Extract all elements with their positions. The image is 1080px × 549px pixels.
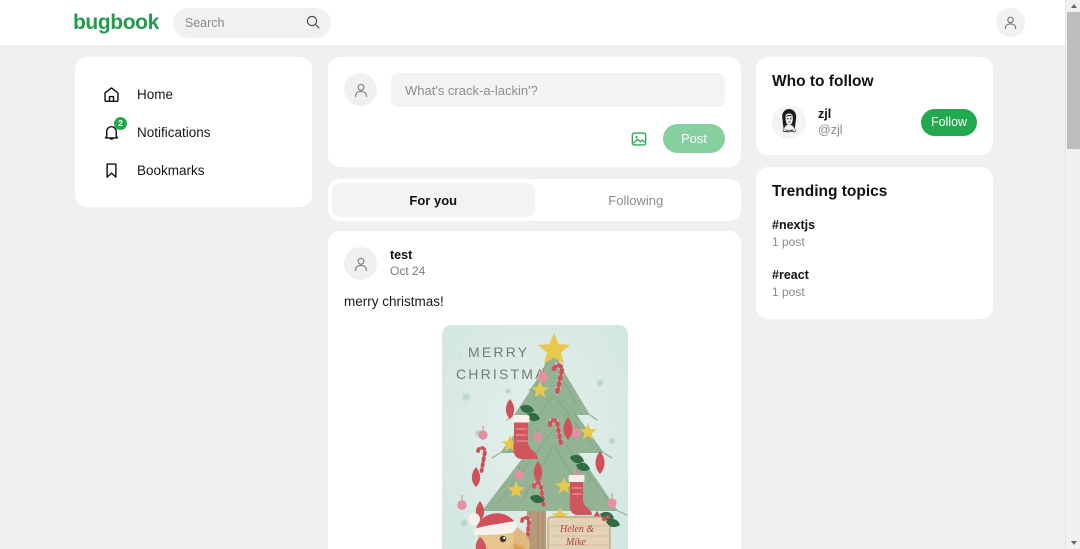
trending-topics-title: Trending topics — [772, 183, 888, 200]
brand-logo[interactable]: bugbook — [73, 12, 159, 33]
trending-tag: #react — [772, 268, 809, 283]
post-composer: Post — [328, 57, 741, 167]
composer-input-wrap[interactable] — [391, 73, 725, 107]
bookmark-icon — [101, 160, 121, 180]
notification-badge: 2 — [114, 117, 127, 130]
right-sidebar: Who to follow zjl @zjl Follow Trending t… — [756, 57, 993, 320]
post-item: test Oct 24 merry christmas! MERRY CHRIS… — [344, 247, 725, 549]
image-icon[interactable] — [629, 129, 649, 149]
user-avatar-icon — [354, 83, 367, 97]
scroll-down-arrow-icon[interactable] — [1066, 537, 1080, 549]
page-scrollbar[interactable] — [1065, 0, 1080, 549]
trending-topics-panel: Trending topics #nextjs 1 post #react 1 … — [756, 167, 993, 320]
tab-following[interactable]: Following — [535, 183, 738, 217]
trending-tag: #nextjs — [772, 218, 816, 232]
post-date: Oct 24 — [390, 263, 426, 278]
left-sidebar: Home 2 Notifications Bookmarks — [75, 57, 312, 207]
who-to-follow-title: Who to follow — [772, 73, 874, 90]
post-header: test Oct 24 — [344, 247, 725, 280]
search-box[interactable] — [172, 7, 331, 38]
search-icon[interactable] — [306, 15, 320, 34]
composer-actions: Post — [344, 124, 725, 153]
composer-input[interactable] — [405, 74, 711, 106]
home-icon — [101, 84, 121, 104]
post-image[interactable]: MERRY CHRISTMAS Helen & Mike — [441, 325, 628, 549]
page-layout: Home 2 Notifications Bookmarks What's cr… — [0, 45, 1065, 549]
post-author-avatar[interactable] — [344, 247, 377, 280]
follow-user-name[interactable]: zjl — [818, 107, 909, 121]
post-author-name[interactable]: test — [390, 248, 425, 263]
follow-button[interactable]: Follow — [921, 108, 977, 136]
trending-item-nextjs[interactable]: #nextjs 1 post — [772, 217, 977, 251]
tab-for-you[interactable]: For you — [332, 183, 535, 217]
top-header: bugbook — [0, 0, 1065, 45]
center-column: Post For you Following — [328, 57, 741, 549]
bell-icon: 2 — [101, 117, 127, 142]
sidebar-item-label: Home — [137, 86, 174, 102]
account-avatar-button[interactable] — [996, 8, 1025, 37]
follow-user-handle: @zjl — [818, 122, 843, 137]
composer-avatar — [344, 73, 377, 106]
post-meta: test Oct 24 — [390, 248, 426, 278]
sidebar-item-home[interactable]: Home — [75, 75, 312, 113]
trending-count: 1 post — [772, 285, 805, 300]
sidebar-item-label: Bookmarks — [137, 162, 205, 178]
svg-text:MERRY: MERRY — [468, 344, 529, 360]
feed-list: test Oct 24 merry christmas! MERRY CHRIS… — [328, 231, 741, 549]
woman-portrait-avatar[interactable] — [772, 105, 806, 139]
user-avatar-icon — [354, 257, 367, 271]
post-button[interactable]: Post — [663, 124, 725, 153]
search-input[interactable] — [184, 8, 303, 37]
feed-tabs: For you Following — [328, 179, 741, 221]
trending-item-react[interactable]: #react 1 post — [772, 267, 977, 301]
svg-text:Mike: Mike — [565, 537, 587, 548]
sidebar-item-notifications[interactable]: 2 Notifications — [75, 113, 312, 151]
scroll-up-arrow-icon[interactable] — [1066, 0, 1080, 12]
svg-text:Helen &: Helen & — [559, 524, 594, 535]
sidebar-item-label: Notifications — [137, 124, 211, 140]
composer-top-row — [344, 73, 725, 107]
app-root: bugbook Search Home 2 Notifications Book… — [0, 0, 1080, 549]
follow-user-info: zjl @zjl — [818, 107, 909, 137]
scrollbar-thumb[interactable] — [1067, 12, 1080, 149]
trending-count: 1 post — [772, 235, 805, 250]
user-avatar-icon — [1004, 16, 1017, 30]
sidebar-item-bookmarks[interactable]: Bookmarks — [75, 151, 312, 189]
follow-suggestion-row: zjl @zjl Follow — [772, 105, 977, 139]
post-text: merry christmas! — [344, 294, 444, 309]
who-to-follow-panel: Who to follow zjl @zjl Follow — [756, 57, 993, 155]
